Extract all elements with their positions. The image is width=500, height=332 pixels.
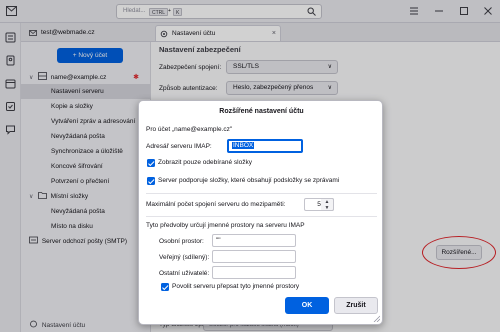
subfolders-checkbox[interactable] — [147, 177, 155, 185]
divider — [146, 216, 377, 217]
subfolders-label: Server podporuje složky, které obsahují … — [158, 177, 340, 184]
imap-directory-value: INBOX — [232, 142, 255, 149]
namespace-heading: Tyto předvolby určují jmenné prostory na… — [146, 222, 305, 229]
max-connections-label: Maximální počet spojení serveru do mezip… — [146, 201, 286, 208]
advanced-settings-dialog: Rozšířené nastavení účtu Pro účet „name@… — [138, 100, 383, 325]
spinner-icon[interactable]: ▲ ▼ — [321, 198, 334, 211]
ok-button[interactable]: OK — [285, 297, 329, 314]
dialog-title: Rozšířené nastavení účtu — [219, 108, 304, 115]
public-namespace-label: Veřejný (sdílený): — [159, 254, 210, 261]
public-namespace-input[interactable] — [212, 250, 296, 263]
other-users-namespace-input[interactable] — [212, 266, 296, 279]
other-users-namespace-label: Ostatní uživatelé: — [159, 270, 210, 277]
imap-directory-label: Adresář serveru IMAP: — [146, 143, 212, 150]
subscribed-only-checkbox[interactable] — [147, 159, 155, 167]
personal-namespace-label: Osobní prostor: — [159, 238, 204, 245]
subscribed-only-label: Zobrazit pouze odebírané složky — [158, 159, 252, 166]
override-namespace-checkbox[interactable] — [161, 283, 169, 291]
resize-grip-icon[interactable] — [373, 315, 380, 322]
personal-namespace-input[interactable]: "" — [212, 234, 296, 247]
for-account-label: Pro účet „name@example.cz" — [146, 126, 233, 133]
cancel-button[interactable]: Zrušit — [334, 297, 378, 314]
override-namespace-label: Povolit serveru přepsat tyto jmenné pros… — [172, 283, 300, 290]
divider — [146, 193, 377, 194]
imap-directory-input[interactable]: INBOX — [227, 139, 303, 153]
